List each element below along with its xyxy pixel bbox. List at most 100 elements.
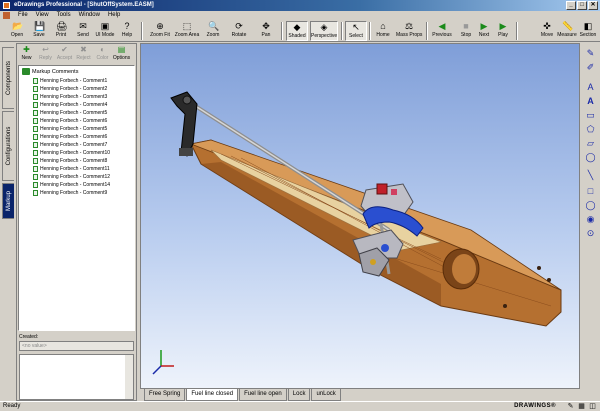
tab-lock[interactable]: Lock [287,389,311,401]
window-title-bar: eDrawings Professional - [ShutOffSystem.… [0,0,600,11]
cloud-tool-icon[interactable]: ⬠ [584,123,597,135]
list-item[interactable]: Henning Forbech - Comment5 [33,110,107,116]
color-button[interactable]: ◐ Color [93,44,112,64]
accept-button[interactable]: ✔ Accept [55,44,74,64]
open-button[interactable]: 📂 Open [6,21,28,41]
list-item[interactable]: Henning Forbech - Comment8 [33,158,107,164]
zoom-fit-button[interactable]: ⊕ Zoom Fit [148,21,172,41]
printer-icon: 🖨 [56,21,68,31]
highlighter-tool-icon[interactable]: ✐ [584,61,597,73]
tab-free-spring[interactable]: Free Spring [144,389,186,401]
list-item[interactable]: Henning Forbech - Comment12 [33,174,110,180]
play-icon: ▶ [499,21,507,31]
bracket-foot [179,148,193,156]
text-tool-icon[interactable]: A [584,81,597,93]
assembly-model[interactable] [141,44,580,389]
comment-text-area[interactable] [19,354,134,400]
pan-button[interactable]: ✥ Pan [255,21,277,41]
window-icon: ▣ [100,21,110,31]
pencil-icon[interactable]: ✎ [566,403,575,411]
tab-components[interactable]: Components [2,47,14,109]
list-item[interactable]: Henning Forbech - Comment9 [33,190,107,196]
comment-icon [33,94,38,100]
play-button[interactable]: ▶ Play [492,21,514,41]
list-item[interactable]: Henning Forbech - Comment4 [33,102,107,108]
comment-icon [33,142,38,148]
stamp-tool-icon[interactable]: ◉ [584,213,597,225]
tree-root[interactable]: Markup Comments [22,68,78,75]
ellipse-tool-icon[interactable]: ◯ [584,151,597,163]
markup-folder-icon [22,68,30,75]
screw [503,304,507,308]
list-item[interactable]: Henning Forbech - Comment1 [33,78,107,84]
list-item[interactable]: Henning Forbech - Comment6 [33,118,107,124]
mass-props-button[interactable]: ⚖ Mass Props [396,21,422,41]
menu-help[interactable]: Help [104,11,124,20]
tab-fuel-line-open[interactable]: Fuel line open [239,389,287,401]
menu-file[interactable]: File [14,11,32,20]
stop-icon: ■ [463,21,469,31]
tab-markup[interactable]: Markup [2,183,14,219]
lock-icon[interactable]: ▦ [577,403,586,411]
help-button[interactable]: ? Help [116,21,138,41]
tab-fuel-line-closed[interactable]: Fuel line closed [186,389,239,401]
menu-window[interactable]: Window [75,11,104,20]
bold-text-tool-icon[interactable]: A [584,95,597,107]
rectangle-tool-icon[interactable]: □ [584,185,597,197]
save-button[interactable]: 💾 Save [28,21,50,41]
list-item[interactable]: Henning Forbech - Comment2 [33,86,107,92]
section-button[interactable]: ◧ Section [577,21,599,41]
info-icon[interactable]: ◫ [588,403,597,411]
menu-bar: File View Tools Window Help [0,11,600,20]
list-item[interactable]: Henning Forbech - Comment3 [33,94,107,100]
home-button[interactable]: ⌂ Home [372,21,394,41]
list-item[interactable]: Henning Forbech - Comment11 [33,166,110,172]
send-button[interactable]: ✉ Send [72,21,94,41]
previous-icon: ◀ [438,21,446,31]
polygon-tool-icon[interactable]: ▱ [584,137,597,149]
circle-tool-icon[interactable]: ◯ [584,199,597,211]
new-comment-button[interactable]: ✚ New [17,44,36,64]
reject-button[interactable]: ✖ Reject [74,44,93,64]
rotate-button[interactable]: ⟳ Rotate [228,21,250,41]
envelope-icon: ✉ [79,21,87,31]
pen-tool-icon[interactable]: ✎ [584,47,597,59]
markup-tree[interactable]: Markup Comments Henning Forbech - Commen… [18,65,135,331]
toolbar-separator [281,22,283,40]
minimize-button[interactable]: _ [566,1,576,10]
print-button[interactable]: 🖨 Print [50,21,72,41]
menu-view[interactable]: View [32,11,53,20]
target-tool-icon[interactable]: ⊙ [584,227,597,239]
maximize-button[interactable]: □ [577,1,587,10]
close-button[interactable]: ✕ [588,1,598,10]
reply-icon: ↩ [42,45,49,54]
zoom-area-button[interactable]: ⬚ Zoom Area [174,21,200,41]
model-viewport[interactable] [140,43,580,389]
list-item[interactable]: Henning Forbech - Comment6 [33,134,107,140]
zoom-button[interactable]: 🔍 Zoom [202,21,224,41]
ui-mode-button[interactable]: ▣ UI Mode [94,21,116,41]
move-button[interactable]: ✜ Move [536,21,558,41]
previous-button[interactable]: ◀ Previous [430,21,454,41]
comment-icon [33,78,38,84]
callout-tool-icon[interactable]: ▭ [584,109,597,121]
select-button[interactable]: ↖ Select [345,21,367,41]
markup-toolbar: ✚ New ↩ Reply ✔ Accept ✖ Reject ◐ Color ▤ Opti… [17,44,136,64]
tab-unlock[interactable]: unLock [311,389,341,401]
list-item[interactable]: Henning Forbech - Comment14 [33,182,110,188]
document-menu-icon[interactable] [3,12,10,19]
list-item[interactable]: Henning Forbech - Comment7 [33,142,107,148]
line-tool-icon[interactable]: ╲ [584,169,597,181]
ruler-icon: 📏 [562,21,574,31]
toolbar-separator [141,22,143,40]
measure-button[interactable]: 📏 Measure [556,21,578,41]
menu-tools[interactable]: Tools [53,11,75,20]
vertical-scrollbar[interactable] [125,355,133,399]
perspective-button[interactable]: ◈ Perspective [310,21,338,41]
options-button[interactable]: ▤ Options [112,44,131,64]
shaded-button[interactable]: ◆ Shaded [286,21,308,41]
comment-icon [33,182,38,188]
list-item[interactable]: Henning Forbech - Comment10 [33,150,110,156]
list-item[interactable]: Henning Forbech - Comment5 [33,126,107,132]
reply-button[interactable]: ↩ Reply [36,44,55,64]
